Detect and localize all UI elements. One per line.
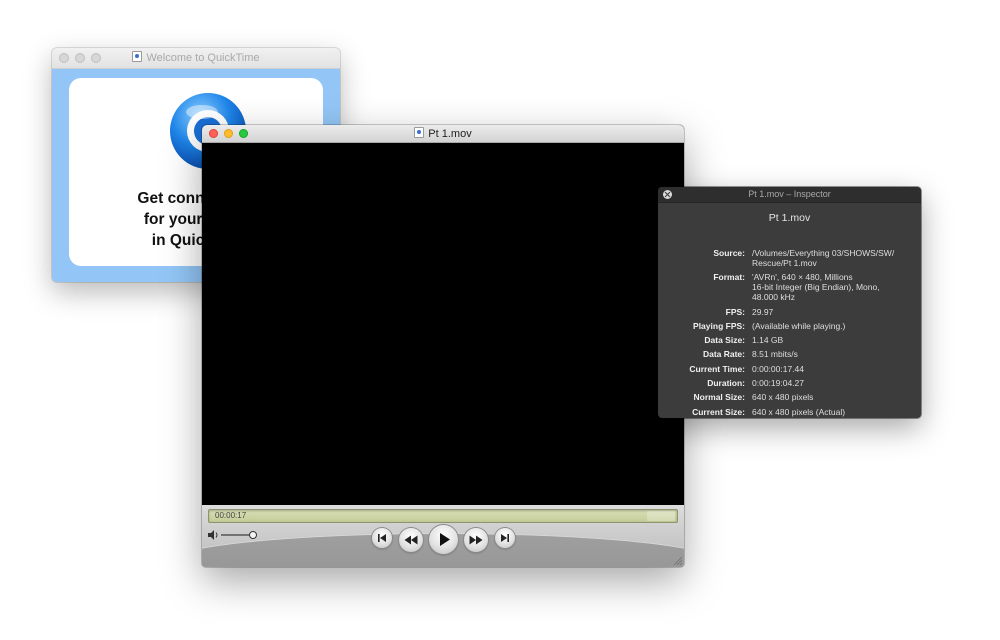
volume-knob[interactable] [249, 531, 257, 539]
video-area[interactable] [202, 143, 684, 505]
document-icon [132, 51, 143, 62]
info-label: FPS: [725, 306, 745, 317]
control-bar: 00:00:17 [202, 505, 684, 567]
info-label: Source: [713, 248, 745, 258]
player-titlebar[interactable]: Pt 1.mov [202, 125, 684, 143]
info-value: 'AVRn', 640 × 480, Millions 16-bit Integ… [752, 272, 880, 303]
timecode-display: 00:00:17 [215, 511, 247, 520]
info-label: Current Time: [689, 363, 745, 374]
inspector-title: Pt 1.mov – Inspector [748, 189, 831, 199]
fast-forward-button[interactable] [464, 528, 488, 552]
inspector-panel: Pt 1.mov – Inspector Pt 1.mov Source: /V… [658, 187, 921, 418]
volume-control[interactable] [207, 528, 267, 542]
player-title: Pt 1.mov [202, 127, 684, 140]
skip-to-end-icon [501, 534, 509, 542]
movie-document-icon [414, 127, 425, 138]
welcome-titlebar[interactable]: Welcome to QuickTime [52, 48, 340, 69]
info-row-current-time: Current Time: 0:00:00:17.44 [658, 364, 921, 374]
info-label: Duration: [707, 378, 745, 389]
resize-grip-icon[interactable] [672, 555, 682, 565]
info-row-format: Format: 'AVRn', 640 × 480, Millions 16-b… [658, 272, 921, 302]
player-window: Pt 1.mov 00:00:17 [202, 125, 684, 567]
info-value: 1.14 GB [752, 335, 784, 346]
info-value: (Available while playing.) [752, 320, 846, 331]
play-icon [440, 533, 450, 546]
play-button[interactable] [429, 525, 458, 554]
info-row-data-rate: Data Rate: 8.51 mbits/s [658, 349, 921, 359]
info-value: 640 x 480 pixels (Actual) [752, 406, 846, 417]
info-label: Data Rate: [702, 349, 745, 360]
welcome-title: Welcome to QuickTime [52, 51, 340, 64]
info-label: Current Size: [692, 406, 745, 417]
skip-to-start-icon [378, 534, 386, 542]
skip-to-start-button[interactable] [372, 528, 392, 548]
info-label: Playing FPS: [693, 320, 745, 331]
info-value: 0:00:00:17.44 [752, 363, 804, 374]
info-label: Normal Size: [693, 392, 746, 403]
info-label: Format: [713, 272, 745, 283]
info-row-source: Source: /Volumes/Everything 03/SHOWS/SW/… [658, 248, 921, 268]
info-value: 29.97 [752, 306, 774, 317]
welcome-title-text: Welcome to QuickTime [146, 52, 260, 64]
speaker-icon[interactable] [208, 530, 218, 540]
inspector-filename: Pt 1.mov [768, 212, 811, 224]
inspector-titlebar[interactable]: Pt 1.mov – Inspector [658, 187, 921, 203]
info-value: 8.51 mbits/s [752, 349, 798, 360]
info-row-playing-fps: Playing FPS: (Available while playing.) [658, 321, 921, 331]
info-value: 0:00:19:04.27 [752, 378, 804, 389]
timeline-end-marker [647, 511, 675, 521]
info-row-normal-size: Normal Size: 640 x 480 pixels [658, 392, 921, 402]
player-title-text: Pt 1.mov [428, 128, 472, 140]
info-table: Source: /Volumes/Everything 03/SHOWS/SW/… [658, 248, 921, 418]
info-row-duration: Duration: 0:00:19:04.27 [658, 378, 921, 388]
info-value: 640 x 480 pixels [752, 392, 814, 403]
skip-to-end-button[interactable] [495, 528, 515, 548]
timeline-scrubber[interactable]: 00:00:17 [208, 509, 678, 523]
rewind-icon [404, 535, 418, 545]
info-label: Data Size: [704, 335, 745, 346]
info-value: /Volumes/Everything 03/SHOWS/SW/ Rescue/… [752, 248, 895, 268]
rewind-button[interactable] [399, 528, 423, 552]
info-row-data-size: Data Size: 1.14 GB [658, 335, 921, 345]
info-row-fps: FPS: 29.97 [658, 307, 921, 317]
info-row-current-size: Current Size: 640 x 480 pixels (Actual) [658, 407, 921, 417]
fast-forward-icon [469, 535, 483, 545]
